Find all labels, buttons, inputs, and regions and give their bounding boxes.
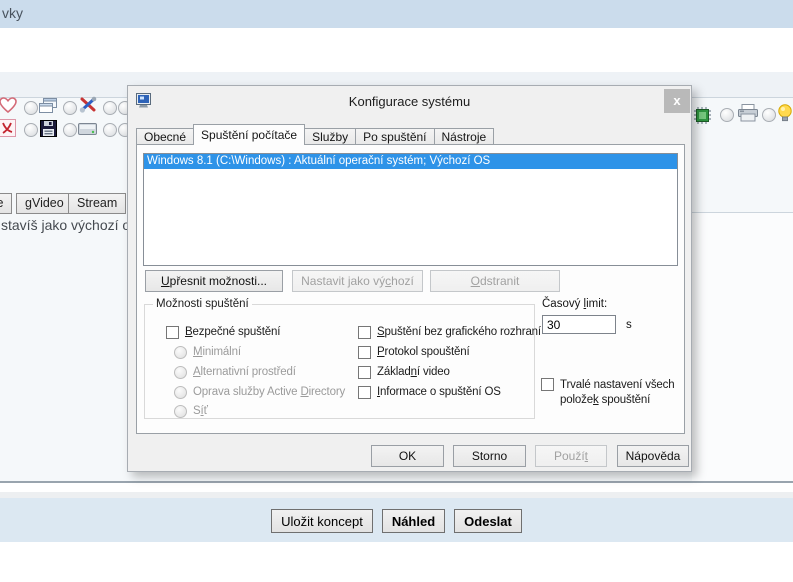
smiley-radio[interactable] <box>63 101 77 115</box>
heart-icon <box>0 97 17 114</box>
tab-boot[interactable]: Spuštění počítače <box>193 124 306 145</box>
chip-icon <box>694 107 711 124</box>
checkbox-boot-log[interactable] <box>358 346 371 359</box>
ok-button[interactable]: OK <box>371 445 444 467</box>
tab-strip: Obecné Spuštění počítače Služby Po spušt… <box>136 124 495 145</box>
tab-startup[interactable]: Po spuštění <box>355 128 435 145</box>
radio-minimal-label: Minimální <box>193 346 241 358</box>
boot-entry-row[interactable]: Windows 8.1 (C:\Windows) : Aktuální oper… <box>144 154 677 169</box>
boot-entries-listbox[interactable]: Windows 8.1 (C:\Windows) : Aktuální oper… <box>143 153 678 266</box>
page-right-subpanel <box>692 212 793 481</box>
radio-alternate-shell <box>174 366 187 379</box>
printer-icon <box>738 104 758 122</box>
editor-button-stream[interactable]: Stream <box>68 193 127 214</box>
system-configuration-dialog: Konfigurace systému x Obecné Spuštění po… <box>127 85 692 472</box>
help-button[interactable]: Nápověda <box>617 445 689 467</box>
tab-services[interactable]: Služby <box>304 128 357 145</box>
smiley-radio[interactable] <box>103 101 117 115</box>
checkbox-no-gui-boot-label: Spuštění bez grafického rozhraní <box>377 326 541 338</box>
checkbox-os-boot-info[interactable] <box>358 386 371 399</box>
radio-network <box>174 405 187 418</box>
checkbox-boot-log-label: Protokol spouštění <box>377 346 470 358</box>
floppy-disk-icon <box>40 120 57 137</box>
submit-button[interactable]: Odeslat <box>454 509 522 533</box>
radio-alternate-shell-label: Alternativní prostředí <box>193 366 296 378</box>
dialog-title: Konfigurace systému <box>348 94 471 109</box>
groupbox-label: Možnosti spuštění <box>153 298 252 310</box>
safe-boot-label: Bezpečné spuštění <box>185 326 281 338</box>
checkbox-base-video-label: Základní video <box>377 366 450 378</box>
delete-button: Odstranit <box>430 270 560 292</box>
tab-general[interactable]: Obecné <box>136 128 195 145</box>
close-button[interactable]: x <box>664 89 690 113</box>
smiley-radio[interactable] <box>24 123 38 137</box>
preview-button[interactable]: Náhled <box>381 509 446 533</box>
apply-button: Použít <box>535 445 607 467</box>
boot-tab-panel: Windows 8.1 (C:\Windows) : Aktuální oper… <box>136 144 685 434</box>
smiley-radio[interactable] <box>762 108 776 122</box>
radio-active-directory-repair <box>174 386 187 399</box>
smiley-radio[interactable] <box>63 123 77 137</box>
editor-button-gvideo[interactable]: gVideo <box>16 193 73 214</box>
editor-button-e[interactable]: e <box>0 193 12 214</box>
advanced-options-button[interactable]: Upřesnit možnosti... <box>145 270 283 292</box>
radio-active-directory-repair-label: Oprava služby Active Directory <box>193 386 346 398</box>
checkbox-base-video[interactable] <box>358 366 371 379</box>
smiley-radio[interactable] <box>24 101 38 115</box>
page-divider <box>0 481 793 483</box>
cancel-button[interactable]: Storno <box>453 445 526 467</box>
checkbox-no-gui-boot[interactable] <box>358 326 371 339</box>
page-topbar: vky <box>0 0 793 28</box>
radio-network-label: Síť <box>193 405 208 417</box>
windows-stack-icon <box>39 98 58 114</box>
timeout-input[interactable] <box>542 315 616 334</box>
timeout-unit-label: s <box>626 319 632 331</box>
lightbulb-icon <box>777 104 793 122</box>
timeout-label: Časový limit: <box>542 298 608 310</box>
page-body-text: stavíš jako výchozí o <box>1 217 131 233</box>
tab-tools[interactable]: Nástroje <box>433 128 495 145</box>
smiley-radio[interactable] <box>103 123 117 137</box>
harddisk-icon <box>78 121 97 137</box>
checkbox-os-boot-info-label: Informace o spuštění OS <box>377 386 501 398</box>
pdf-icon <box>0 119 16 137</box>
radio-minimal <box>174 346 187 359</box>
checkbox-make-permanent[interactable] <box>541 378 554 391</box>
page-footer-buttons: Uložit koncept Náhled Odeslat <box>0 509 793 533</box>
boot-options-groupbox: Možnosti spuštění Bezpečné spuštění Mini… <box>144 298 541 419</box>
save-draft-button[interactable]: Uložit koncept <box>271 509 373 533</box>
topbar-text: vky <box>2 5 23 21</box>
set-as-default-button: Nastavit jako výchozí <box>292 270 423 292</box>
tools-icon <box>79 96 98 114</box>
screen: vky e gVideo Stream stavíš jako výchozí … <box>0 0 793 582</box>
smiley-radio[interactable] <box>720 108 734 122</box>
safe-boot-checkbox[interactable] <box>166 326 179 339</box>
checkbox-make-permanent-label: Trvalé nastavení všech položek spouštění <box>560 379 675 406</box>
